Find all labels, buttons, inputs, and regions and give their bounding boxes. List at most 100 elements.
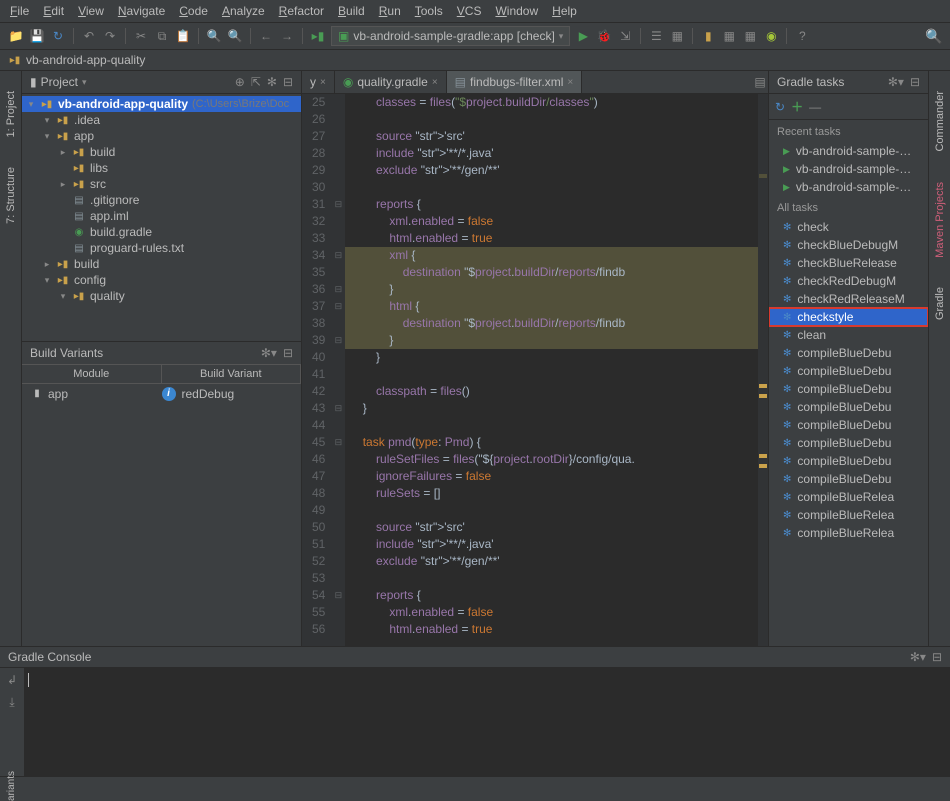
soft-wrap-icon[interactable]: ↲ bbox=[4, 672, 20, 688]
tree-item[interactable]: ▸▸▮build bbox=[22, 256, 301, 272]
menu-vcs[interactable]: VCS bbox=[457, 4, 482, 18]
tree-item[interactable]: ▾▸▮.idea bbox=[22, 112, 301, 128]
help-icon[interactable]: ? bbox=[794, 28, 810, 44]
gradle-task[interactable]: ✻compileBlueDebu bbox=[769, 470, 928, 488]
tree-item[interactable]: ▤proguard-rules.txt bbox=[22, 240, 301, 256]
find-icon[interactable]: 🔍 bbox=[206, 28, 222, 44]
save-icon[interactable]: 💾 bbox=[29, 28, 45, 44]
add-icon[interactable]: ＋ bbox=[791, 98, 803, 115]
gear-icon[interactable]: ✻ bbox=[267, 75, 277, 89]
gradle-task[interactable]: ✻compileBlueRelea bbox=[769, 524, 928, 542]
gradle-task[interactable]: ✻compileBlueDebu bbox=[769, 398, 928, 416]
open-icon[interactable]: 📁 bbox=[8, 28, 24, 44]
close-icon[interactable]: × bbox=[320, 77, 326, 88]
refresh-icon[interactable]: ↻ bbox=[775, 100, 785, 114]
gear-icon[interactable]: ✻▾ bbox=[261, 346, 277, 360]
tree-item[interactable]: ▾▸▮app bbox=[22, 128, 301, 144]
gradle-task[interactable]: ✻compileBlueDebu bbox=[769, 344, 928, 362]
code-editor[interactable]: 2526272829303132333435363738394041424344… bbox=[302, 94, 768, 646]
menu-view[interactable]: View bbox=[78, 4, 104, 18]
code-area[interactable]: classes = files("$project.buildDir/class… bbox=[345, 94, 758, 646]
gradle-task[interactable]: ✻checkstyle bbox=[769, 308, 928, 326]
close-icon[interactable]: × bbox=[432, 77, 438, 88]
tree-item[interactable]: ▤app.iml bbox=[22, 208, 301, 224]
back-icon[interactable]: ← bbox=[258, 28, 274, 44]
gradle-task[interactable]: ✻compileBlueRelea bbox=[769, 488, 928, 506]
menu-code[interactable]: Code bbox=[179, 4, 208, 18]
tree-item[interactable]: ▾▸▮config bbox=[22, 272, 301, 288]
tab-gradle[interactable]: Gradle bbox=[934, 287, 946, 320]
tree-item[interactable]: ▸▮libs bbox=[22, 160, 301, 176]
tab-maven[interactable]: Maven Projects bbox=[934, 182, 946, 258]
menu-tools[interactable]: Tools bbox=[415, 4, 443, 18]
editor-tab[interactable]: y× bbox=[302, 71, 335, 93]
collapse-icon[interactable]: ⇱ bbox=[251, 75, 261, 89]
redo-icon[interactable]: ↷ bbox=[102, 28, 118, 44]
cut-icon[interactable]: ✂ bbox=[133, 28, 149, 44]
make-icon[interactable]: ▸▮ bbox=[310, 28, 326, 44]
recent-task[interactable]: vb-android-sample-… bbox=[769, 178, 928, 196]
scroll-end-icon[interactable]: ⤓ bbox=[4, 694, 20, 710]
remove-icon[interactable]: — bbox=[809, 100, 821, 114]
gradle-task[interactable]: ✻compileBlueDebu bbox=[769, 434, 928, 452]
gradle-task[interactable]: ✻checkBlueDebugM bbox=[769, 236, 928, 254]
gradle-task[interactable]: ✻compileBlueDebu bbox=[769, 380, 928, 398]
tree-item[interactable]: ▸▸▮build bbox=[22, 144, 301, 160]
fold-gutter[interactable]: ⊟⊟⊟⊟⊟⊟⊟⊟ bbox=[331, 94, 345, 646]
gradle-task[interactable]: ✻compileBlueDebu bbox=[769, 362, 928, 380]
replace-icon[interactable]: 🔍 bbox=[227, 28, 243, 44]
menu-navigate[interactable]: Navigate bbox=[118, 4, 165, 18]
variants-row[interactable]: ▮app iredDebug bbox=[22, 384, 301, 404]
sync-icon[interactable]: ↻ bbox=[50, 28, 66, 44]
menu-build[interactable]: Build bbox=[338, 4, 365, 18]
forward-icon[interactable]: → bbox=[279, 28, 295, 44]
ddms-icon[interactable]: ▮ bbox=[700, 28, 716, 44]
android-robot-icon[interactable]: ◉ bbox=[763, 28, 779, 44]
gradle-task[interactable]: ✻compileBlueDebu bbox=[769, 452, 928, 470]
hide-icon[interactable]: ⊟ bbox=[910, 75, 920, 89]
paste-icon[interactable]: 📋 bbox=[175, 28, 191, 44]
tree-item[interactable]: ▾▸▮quality bbox=[22, 288, 301, 304]
editor-tab[interactable]: ◉quality.gradle× bbox=[335, 71, 447, 93]
hide-icon[interactable]: ⊟ bbox=[283, 75, 293, 89]
menu-edit[interactable]: Edit bbox=[43, 4, 64, 18]
run-icon[interactable]: ▶ bbox=[575, 28, 591, 44]
scroll-from-icon[interactable]: ⊕ bbox=[235, 75, 245, 89]
tree-item[interactable]: ◉build.gradle bbox=[22, 224, 301, 240]
editor-tab[interactable]: ▤findbugs-filter.xml× bbox=[447, 71, 583, 93]
tree-item[interactable]: ▸▸▮src bbox=[22, 176, 301, 192]
monitor-icon[interactable]: ▦ bbox=[721, 28, 737, 44]
attach-icon[interactable]: ⇲ bbox=[617, 28, 633, 44]
gradle-task[interactable]: ✻compileBlueDebu bbox=[769, 416, 928, 434]
debug-icon[interactable]: 🐞 bbox=[596, 28, 612, 44]
avd-icon[interactable]: ☰ bbox=[648, 28, 664, 44]
marker-strip[interactable] bbox=[758, 94, 768, 646]
sdk-icon[interactable]: ▦ bbox=[669, 28, 685, 44]
gradle-task[interactable]: ✻check bbox=[769, 218, 928, 236]
menu-file[interactable]: File bbox=[10, 4, 29, 18]
console-output[interactable] bbox=[24, 668, 950, 776]
tree-item[interactable]: ▤.gitignore bbox=[22, 192, 301, 208]
gear-icon[interactable]: ✻▾ bbox=[910, 650, 926, 664]
tab-project[interactable]: 1: Project bbox=[5, 91, 17, 137]
close-icon[interactable]: × bbox=[567, 77, 573, 88]
tab-commander[interactable]: Commander bbox=[934, 91, 946, 152]
breadcrumb[interactable]: ▸▮ vb-android-app-quality bbox=[8, 53, 145, 67]
gradle-task[interactable]: ✻compileBlueRelea bbox=[769, 506, 928, 524]
run-config-selector[interactable]: ▣ vb-android-sample-gradle:app [check] bbox=[331, 26, 570, 46]
project-tree[interactable]: ▾ ▸▮ vb-android-app-quality (C:\Users\Br… bbox=[22, 94, 301, 341]
recent-task[interactable]: vb-android-sample-… bbox=[769, 160, 928, 178]
gradle-task[interactable]: ✻checkBlueRelease bbox=[769, 254, 928, 272]
recent-task[interactable]: vb-android-sample-… bbox=[769, 142, 928, 160]
tab-variants-bottom[interactable]: ariants bbox=[6, 771, 17, 801]
menu-analyze[interactable]: Analyze bbox=[222, 4, 265, 18]
tree-root[interactable]: ▾ ▸▮ vb-android-app-quality (C:\Users\Br… bbox=[22, 96, 301, 112]
tab-list-icon[interactable]: ▤ bbox=[752, 74, 768, 90]
menu-help[interactable]: Help bbox=[552, 4, 577, 18]
search-icon[interactable]: 🔍 bbox=[926, 28, 942, 44]
hide-icon[interactable]: ⊟ bbox=[283, 346, 293, 360]
gradle-task[interactable]: ✻clean bbox=[769, 326, 928, 344]
menu-run[interactable]: Run bbox=[379, 4, 401, 18]
hide-icon[interactable]: ⊟ bbox=[932, 650, 942, 664]
tab-structure[interactable]: 7: Structure bbox=[5, 167, 17, 224]
